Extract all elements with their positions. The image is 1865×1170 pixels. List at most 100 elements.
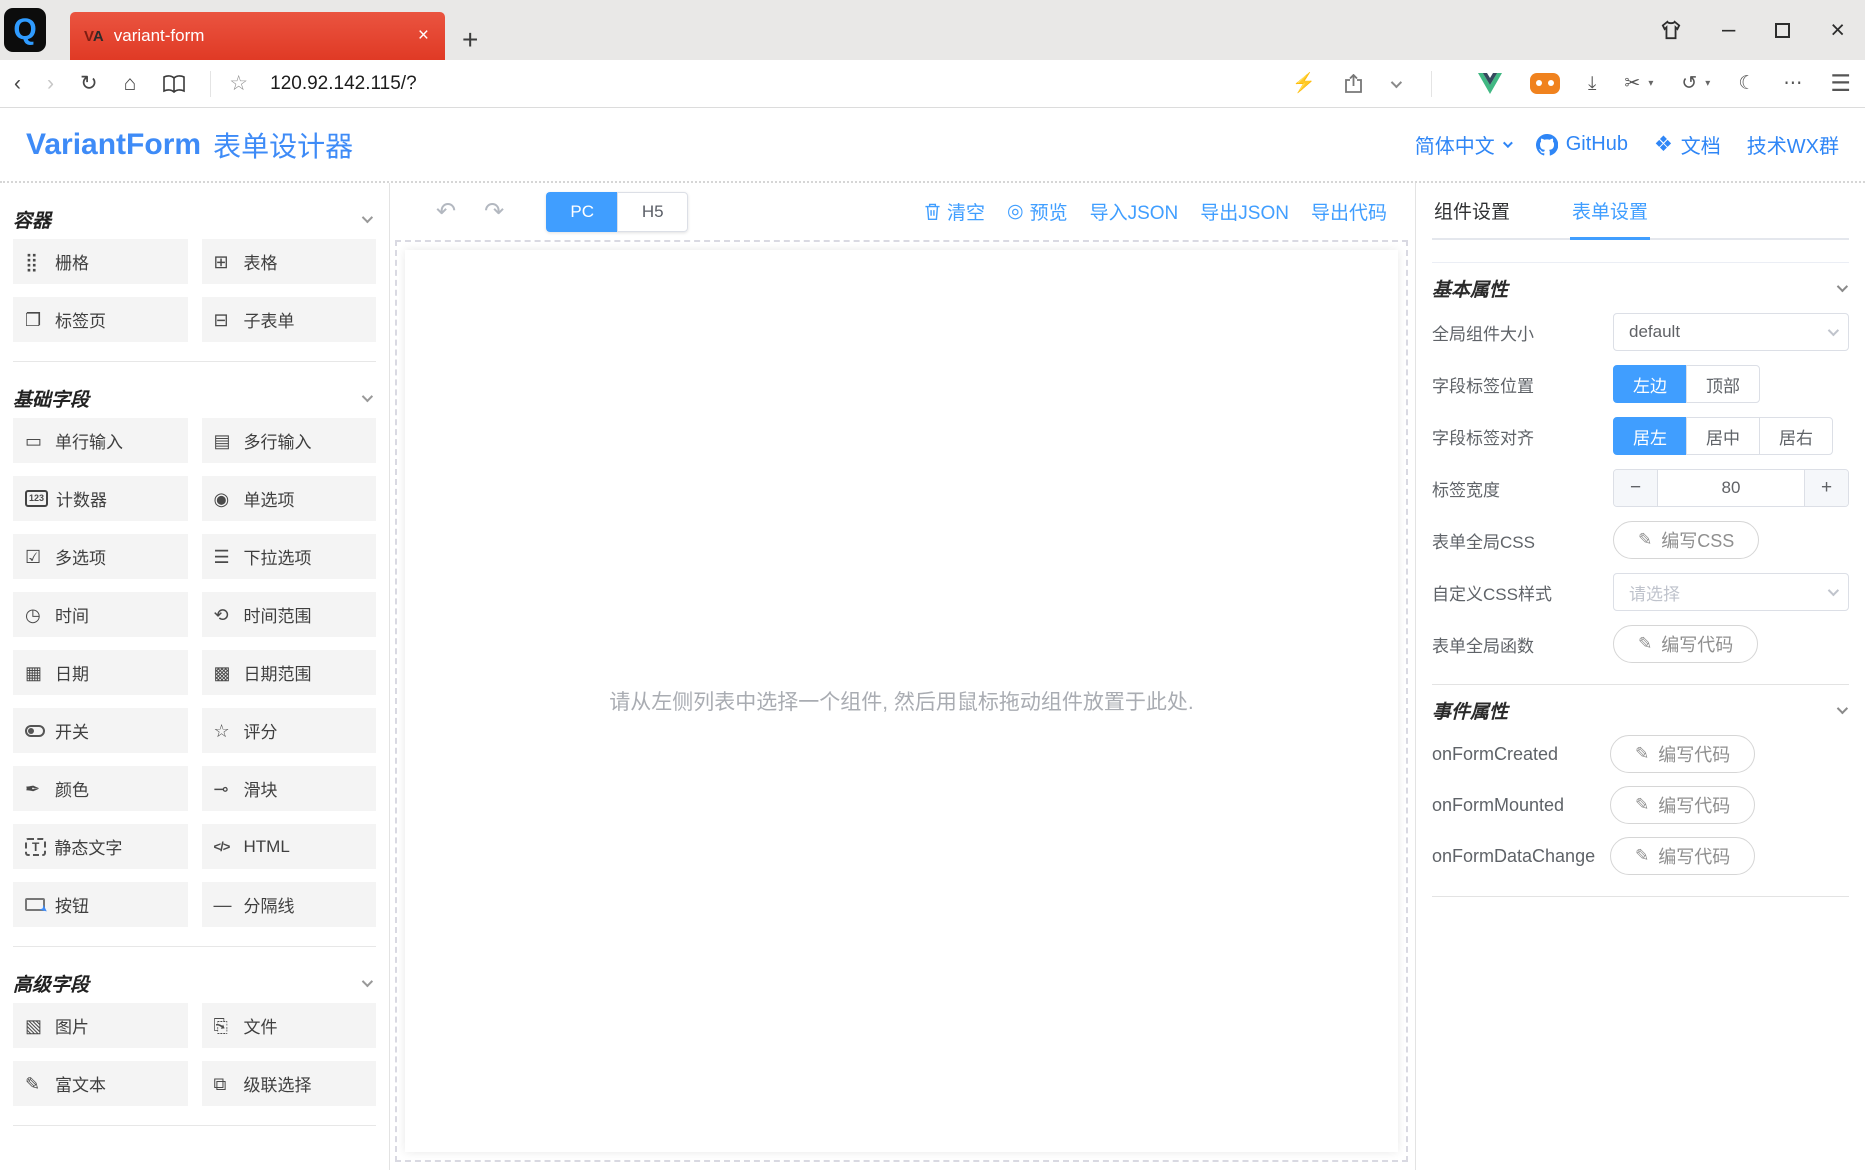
section-header-basic-fields[interactable]: 基础字段 xyxy=(13,378,376,418)
window-close-button[interactable]: × xyxy=(1830,18,1845,43)
label-align-group: 居左 居中 居右 xyxy=(1613,417,1833,455)
skin-theme-icon[interactable] xyxy=(1660,20,1682,40)
wx-group-link[interactable]: 技术WX群 xyxy=(1747,130,1839,159)
widget-date-range[interactable]: ▩日期范围 xyxy=(202,650,377,695)
widget-switch[interactable]: 开关 xyxy=(13,708,188,753)
widget-button[interactable]: ➤按钮 xyxy=(13,882,188,927)
tab-form-settings[interactable]: 表单设置 xyxy=(1570,183,1650,238)
widget-static-text[interactable]: T静态文字 xyxy=(13,824,188,869)
widget-tab-page[interactable]: ❐标签页 xyxy=(13,297,188,342)
download-icon[interactable]: ⤓ xyxy=(1588,74,1596,93)
widget-picture-upload[interactable]: ▧图片 xyxy=(13,1003,188,1048)
caret-down-icon[interactable]: ▾ xyxy=(1705,78,1710,89)
language-switch[interactable]: 简体中文 xyxy=(1415,130,1510,159)
game-extension-icon[interactable] xyxy=(1530,73,1560,94)
chevron-down-icon[interactable] xyxy=(1391,76,1402,87)
new-tab-button[interactable]: + xyxy=(462,26,478,54)
app-header: VariantForm 表单设计器 简体中文 GitHub ❖文档 技术WX群 xyxy=(0,108,1865,183)
widget-time[interactable]: ◷时间 xyxy=(13,592,188,637)
widget-input[interactable]: ▭单行输入 xyxy=(13,418,188,463)
caret-down-icon[interactable]: ▾ xyxy=(1648,78,1653,89)
label-align-right[interactable]: 居右 xyxy=(1759,417,1833,455)
forward-icon[interactable]: › xyxy=(47,73,54,94)
widget-html[interactable]: </>HTML xyxy=(202,824,377,869)
screenshot-scissors-icon[interactable]: ✂ xyxy=(1624,74,1640,93)
docs-link[interactable]: ❖文档 xyxy=(1654,130,1721,159)
edit-css-button[interactable]: ✎ 编写CSS xyxy=(1613,521,1759,559)
chevron-down-icon xyxy=(362,976,373,987)
increase-button[interactable]: + xyxy=(1804,470,1848,506)
widget-time-range[interactable]: ⟲时间范围 xyxy=(202,592,377,637)
section-header-containers[interactable]: 容器 xyxy=(13,199,376,239)
widget-sub-form[interactable]: ⊟子表单 xyxy=(202,297,377,342)
github-link[interactable]: GitHub xyxy=(1536,133,1628,156)
export-code-button[interactable]: 导出代码 xyxy=(1311,198,1387,225)
tab-widget-settings[interactable]: 组件设置 xyxy=(1432,183,1512,238)
share-icon[interactable] xyxy=(1344,74,1363,94)
mode-pc[interactable]: PC xyxy=(546,192,617,232)
clear-button[interactable]: 清空 xyxy=(924,198,985,225)
history-undo-icon[interactable]: ↺ xyxy=(1681,74,1697,93)
section-header-advanced-fields[interactable]: 高级字段 xyxy=(13,963,376,1003)
widget-slider[interactable]: ⊸滑块 xyxy=(202,766,377,811)
reload-icon[interactable]: ↻ xyxy=(80,73,98,94)
night-mode-icon[interactable]: ☾ xyxy=(1738,74,1755,93)
back-icon[interactable]: ‹ xyxy=(14,73,21,94)
more-icon[interactable]: ⋯ xyxy=(1783,74,1802,93)
mode-h5[interactable]: H5 xyxy=(617,192,688,232)
basic-props-header[interactable]: 基本属性 xyxy=(1432,263,1849,313)
widget-textarea[interactable]: ▤多行输入 xyxy=(202,418,377,463)
home-icon[interactable]: ⌂ xyxy=(124,73,137,94)
widget-file-upload[interactable]: ⎘文件 xyxy=(202,1003,377,1048)
widget-divider[interactable]: —分隔线 xyxy=(202,882,377,927)
divider xyxy=(210,71,211,97)
widget-checkbox[interactable]: ☑多选项 xyxy=(13,534,188,579)
widget-radio[interactable]: ◉单选项 xyxy=(202,476,377,521)
export-json-button[interactable]: 导出JSON xyxy=(1200,198,1289,225)
radio-icon: ◉ xyxy=(214,490,244,508)
decrease-button[interactable]: − xyxy=(1614,470,1658,506)
app-title: 表单设计器 xyxy=(213,125,353,165)
widget-color[interactable]: ✒颜色 xyxy=(13,766,188,811)
flash-block-icon[interactable]: ⚡ xyxy=(1292,74,1316,93)
widget-number[interactable]: 123计数器 xyxy=(13,476,188,521)
redo-icon[interactable]: ↷ xyxy=(484,200,504,224)
custom-class-select[interactable]: 请选择 xyxy=(1613,573,1849,611)
widget-cascader[interactable]: ⧉级联选择 xyxy=(202,1061,377,1106)
bookmark-star-icon[interactable]: ☆ xyxy=(229,71,248,96)
label-align-center[interactable]: 居中 xyxy=(1686,417,1760,455)
edit-onFormMounted-button[interactable]: ✎ 编写代码 xyxy=(1610,786,1755,824)
widget-select[interactable]: ☰下拉选项 xyxy=(202,534,377,579)
widget-rate[interactable]: ☆评分 xyxy=(202,708,377,753)
widget-grid[interactable]: ⣿栅格 xyxy=(13,239,188,284)
browser-logo[interactable]: Q xyxy=(4,8,46,52)
maximize-button[interactable] xyxy=(1775,23,1790,38)
label-align-left[interactable]: 居左 xyxy=(1613,417,1687,455)
chevron-down-icon xyxy=(1837,281,1848,292)
onFormDataChange-label: onFormDataChange xyxy=(1432,846,1610,867)
event-props-header[interactable]: 事件属性 xyxy=(1432,685,1849,735)
global-size-select[interactable]: default xyxy=(1613,313,1849,351)
tab-close-icon[interactable]: × xyxy=(416,25,431,47)
browser-tab[interactable]: VA variant-form × xyxy=(70,12,445,60)
reading-mode-icon[interactable] xyxy=(162,74,186,94)
minimize-button[interactable]: – xyxy=(1722,18,1735,42)
menu-icon[interactable]: ☰ xyxy=(1830,72,1851,95)
label-position-left[interactable]: 左边 xyxy=(1613,365,1687,403)
undo-icon[interactable]: ↶ xyxy=(436,200,456,224)
edit-onFormCreated-button[interactable]: ✎ 编写代码 xyxy=(1610,735,1755,773)
edit-onFormDataChange-button[interactable]: ✎ 编写代码 xyxy=(1610,837,1755,875)
widget-rich-editor[interactable]: ✎富文本 xyxy=(13,1061,188,1106)
import-json-button[interactable]: 导入JSON xyxy=(1090,198,1179,225)
preview-button[interactable]: ◎ 预览 xyxy=(1007,198,1068,225)
edit-global-func-button[interactable]: ✎ 编写代码 xyxy=(1613,625,1758,663)
label-position-top[interactable]: 顶部 xyxy=(1686,365,1760,403)
widget-date[interactable]: ▦日期 xyxy=(13,650,188,695)
form-canvas[interactable]: 请从左侧列表中选择一个组件, 然后用鼠标拖动组件放置于此处. xyxy=(405,250,1398,1152)
vue-extension-icon[interactable] xyxy=(1478,73,1502,94)
url-field[interactable]: 120.92.142.115/? xyxy=(270,73,417,95)
widget-table[interactable]: ⊞表格 xyxy=(202,239,377,284)
tab-page-icon: ❐ xyxy=(25,311,55,329)
label-width-value[interactable]: 80 xyxy=(1658,470,1804,506)
global-func-label: 表单全局函数 xyxy=(1432,632,1613,657)
